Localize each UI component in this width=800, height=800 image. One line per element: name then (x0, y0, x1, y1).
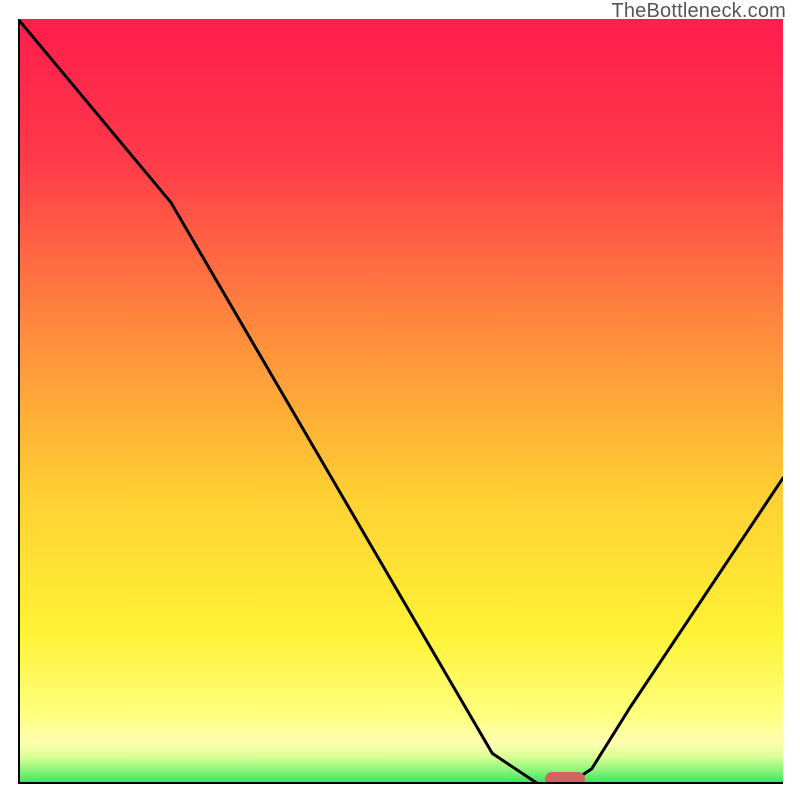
bottleneck-chart: TheBottleneck.com (0, 0, 800, 800)
x-axis (18, 782, 783, 784)
watermark-text: TheBottleneck.com (611, 0, 786, 23)
y-axis (18, 19, 20, 784)
plot-area (18, 19, 783, 784)
gradient-background (18, 19, 783, 784)
